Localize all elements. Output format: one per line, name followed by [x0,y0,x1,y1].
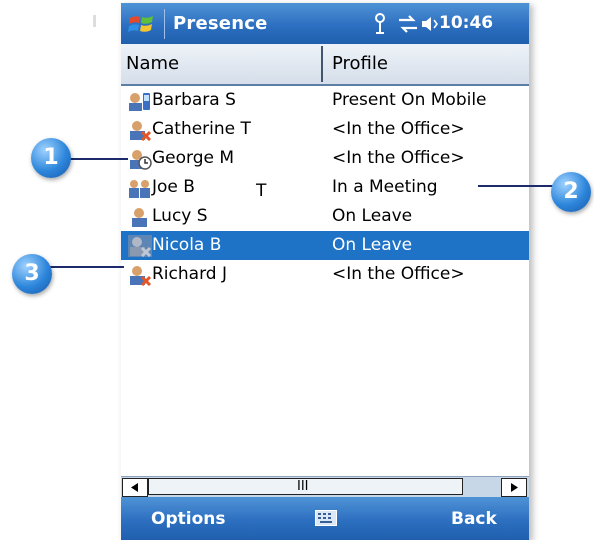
sync-arrows-icon[interactable] [397,11,419,37]
contact-name: Lucy S [152,206,208,226]
contact-row-nicola-b[interactable]: Nicola B On Leave [121,231,529,260]
title-bar: Presence 10:46 [121,3,529,44]
contact-profile: On Leave [332,206,413,226]
contact-profile: Present On Mobile [332,90,487,110]
contact-row-richard-j[interactable]: Richard J <In the Office> [121,260,529,289]
meeting-contact-icon [129,180,150,198]
contact-profile: <In the Office> [332,119,465,139]
column-header: Name Profile [121,44,529,86]
contact-name: Catherine T [152,119,251,139]
contact-name: Barbara S [152,90,236,110]
pocket-pc-screen: Presence 10:46 Name Profile Barbara S Pr… [121,3,530,540]
scroll-left-button[interactable] [122,478,148,497]
callout-1-bubble: 1 [31,138,71,178]
offline-contact-icon [132,208,147,227]
column-divider[interactable] [321,46,323,82]
page-mark [93,15,96,27]
selected-contact-icon [128,235,152,257]
app-title: Presence [173,13,268,34]
contact-name: Joe B [152,177,195,197]
contact-profile: <In the Office> [332,148,465,168]
scroll-right-arrow-icon [511,483,518,492]
away-contact-icon [130,150,152,170]
scroll-left-arrow-icon [131,483,138,492]
callout-2-bubble: 2 [551,172,591,212]
contact-profile: In a Meeting [332,177,438,197]
contact-profile: On Leave [332,235,413,255]
volume-icon[interactable] [420,11,438,37]
contact-row-george-m[interactable]: George M <In the Office> [121,144,529,173]
mobile-contact-icon [129,93,150,111]
callout-3-line [50,266,124,268]
options-softkey[interactable]: Options [151,509,225,529]
callout-2-line [478,185,554,187]
contact-name: Nicola B [152,235,222,255]
column-header-profile[interactable]: Profile [332,44,388,84]
back-softkey[interactable]: Back [451,509,497,529]
contact-row-joe-b[interactable]: Joe B In a Meeting [121,173,529,202]
contact-name: George M [152,148,235,168]
contact-row-lucy-s[interactable]: Lucy S On Leave [121,202,529,231]
title-separator [164,9,165,39]
horizontal-scrollbar[interactable]: III [121,476,529,497]
clock[interactable]: 10:46 [439,13,493,33]
scroll-right-button[interactable] [501,478,527,497]
column-header-name[interactable]: Name [126,44,179,84]
keyboard-icon[interactable] [315,510,337,526]
contact-name: Richard J [152,264,227,284]
contact-list: Barbara S Present On Mobile Catherine T … [121,86,529,476]
busy-contact-icon [130,121,152,141]
callout-1-line [62,158,128,160]
softkey-bar: Options Back [121,497,529,540]
windows-start-icon[interactable] [127,9,157,39]
scrollbar-grip: III [297,479,309,494]
contact-profile: <In the Office> [332,264,465,284]
contact-row-catherine-t[interactable]: Catherine T <In the Office> [121,115,529,144]
contact-row-barbara-s[interactable]: Barbara S Present On Mobile [121,86,529,115]
connectivity-icon[interactable] [373,11,387,37]
scrollbar-thumb[interactable]: III [148,478,463,495]
callout-3-bubble: 3 [12,254,52,294]
busy-contact-icon [130,266,152,286]
text-cursor-glyph: T [256,181,267,201]
